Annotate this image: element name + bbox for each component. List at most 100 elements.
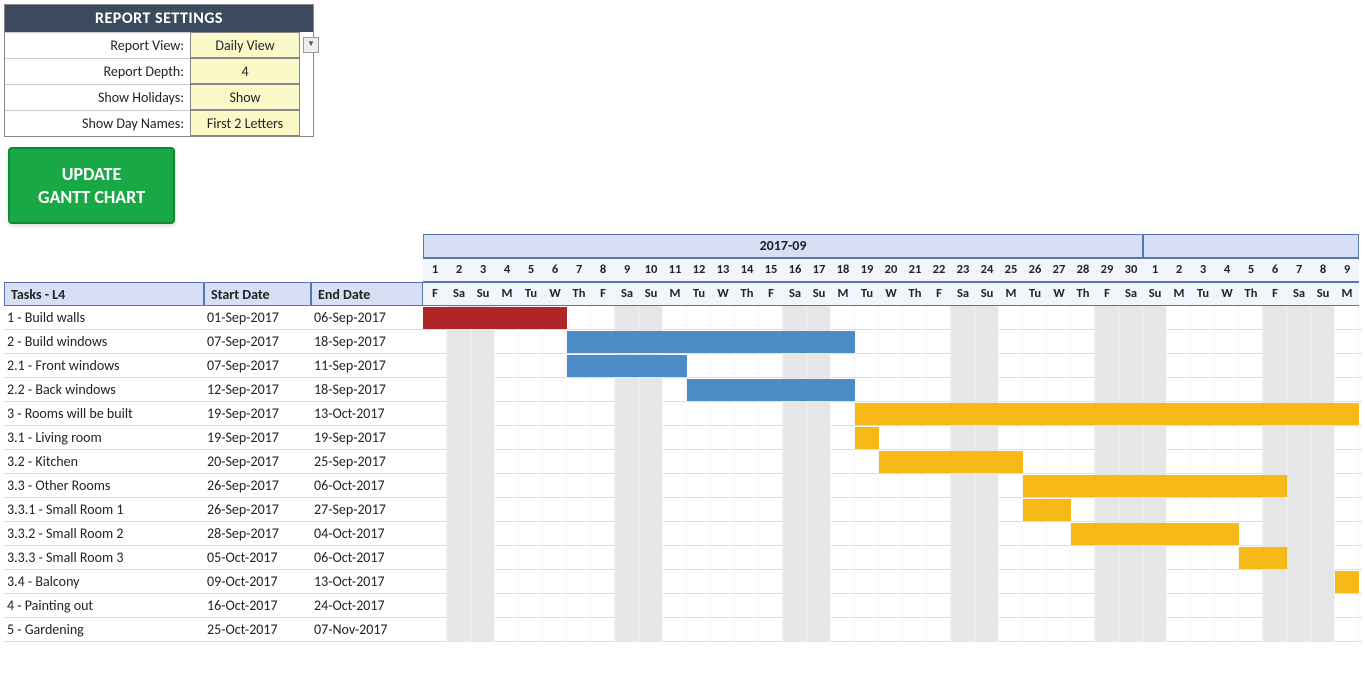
task-end: 25-Sep-2017 — [311, 450, 423, 473]
day-cell — [1119, 570, 1143, 594]
day-number: 26 — [1023, 258, 1047, 282]
day-cell — [1311, 474, 1335, 498]
day-cell — [1239, 522, 1263, 546]
day-cell — [1047, 570, 1071, 594]
day-cell — [1239, 498, 1263, 522]
day-cell — [1047, 306, 1071, 330]
day-cell — [927, 594, 951, 618]
day-cell — [591, 474, 615, 498]
day-cell — [1191, 450, 1215, 474]
day-cell — [927, 426, 951, 450]
day-cell — [783, 618, 807, 642]
day-cell — [1071, 378, 1095, 402]
day-cell — [543, 450, 567, 474]
day-cell — [567, 546, 591, 570]
day-cell — [1215, 426, 1239, 450]
day-name: Su — [1143, 282, 1167, 306]
day-number: 22 — [927, 258, 951, 282]
day-cell — [567, 474, 591, 498]
day-cell — [735, 546, 759, 570]
gantt-bar[interactable] — [1239, 547, 1287, 569]
day-cell — [1023, 378, 1047, 402]
day-cell — [495, 498, 519, 522]
gantt-bar[interactable] — [855, 427, 879, 449]
day-cell — [687, 618, 711, 642]
day-cell — [1215, 498, 1239, 522]
gantt-bar[interactable] — [1335, 571, 1359, 593]
day-cell — [1311, 330, 1335, 354]
day-cell — [759, 546, 783, 570]
day-cell — [711, 402, 735, 426]
day-number: 2 — [1167, 258, 1191, 282]
day-cell — [975, 426, 999, 450]
day-cell — [615, 570, 639, 594]
day-cell — [855, 498, 879, 522]
day-cell — [1239, 618, 1263, 642]
report-settings-panel: REPORT SETTINGS Report View:Daily View▼R… — [4, 4, 314, 137]
day-cell — [1023, 426, 1047, 450]
day-cell — [855, 354, 879, 378]
day-cell — [495, 402, 519, 426]
day-cell — [639, 498, 663, 522]
day-cell — [471, 450, 495, 474]
day-cell — [1287, 426, 1311, 450]
day-cell — [519, 522, 543, 546]
day-cell — [591, 498, 615, 522]
day-cell — [975, 546, 999, 570]
day-cell — [807, 522, 831, 546]
day-cell — [495, 378, 519, 402]
settings-value[interactable]: Daily View▼ — [190, 32, 300, 58]
day-cell — [1119, 354, 1143, 378]
settings-label: Show Holidays: — [5, 84, 190, 110]
gantt-bar[interactable] — [1023, 475, 1287, 497]
day-cell — [1047, 330, 1071, 354]
day-cell — [1239, 354, 1263, 378]
day-cell — [663, 618, 687, 642]
day-cell — [1239, 426, 1263, 450]
day-cell — [1071, 354, 1095, 378]
day-cell — [855, 546, 879, 570]
day-cell — [1287, 474, 1311, 498]
gantt-bar[interactable] — [1023, 499, 1071, 521]
day-cell — [1095, 618, 1119, 642]
settings-value[interactable]: Show — [190, 84, 300, 110]
day-cell — [1263, 570, 1287, 594]
gantt-bar[interactable] — [567, 355, 687, 377]
day-cell — [1095, 354, 1119, 378]
day-cell — [1287, 306, 1311, 330]
task-start: 19-Sep-2017 — [204, 402, 311, 425]
update-gantt-button[interactable]: UPDATE GANTT CHART — [8, 147, 175, 224]
day-cell — [687, 498, 711, 522]
gantt-bar[interactable] — [423, 307, 567, 329]
day-cell — [1119, 450, 1143, 474]
day-cell — [999, 426, 1023, 450]
day-cell — [639, 378, 663, 402]
task-name: 5 - Gardening — [4, 618, 204, 641]
day-cell — [1095, 426, 1119, 450]
gantt-bar[interactable] — [855, 403, 1359, 425]
day-cell — [999, 306, 1023, 330]
gantt-bar[interactable] — [567, 331, 855, 353]
day-cell — [1119, 594, 1143, 618]
day-cell — [999, 378, 1023, 402]
task-start: 28-Sep-2017 — [204, 522, 311, 545]
day-name: Tu — [1191, 282, 1215, 306]
gantt-bar[interactable] — [879, 451, 1023, 473]
day-cell — [615, 306, 639, 330]
gantt-bar[interactable] — [1071, 523, 1239, 545]
day-cell — [807, 618, 831, 642]
task-end: 24-Oct-2017 — [311, 594, 423, 617]
day-cell — [975, 498, 999, 522]
settings-value[interactable]: 4 — [190, 58, 300, 84]
day-cell — [975, 618, 999, 642]
gantt-bar[interactable] — [687, 379, 855, 401]
day-cell — [903, 498, 927, 522]
day-number: 17 — [807, 258, 831, 282]
day-number: 4 — [1215, 258, 1239, 282]
dropdown-icon[interactable]: ▼ — [303, 37, 319, 53]
day-cell — [423, 474, 447, 498]
day-cell — [1287, 354, 1311, 378]
day-cell — [1311, 594, 1335, 618]
settings-value[interactable]: First 2 Letters — [190, 110, 300, 136]
day-cell — [783, 306, 807, 330]
